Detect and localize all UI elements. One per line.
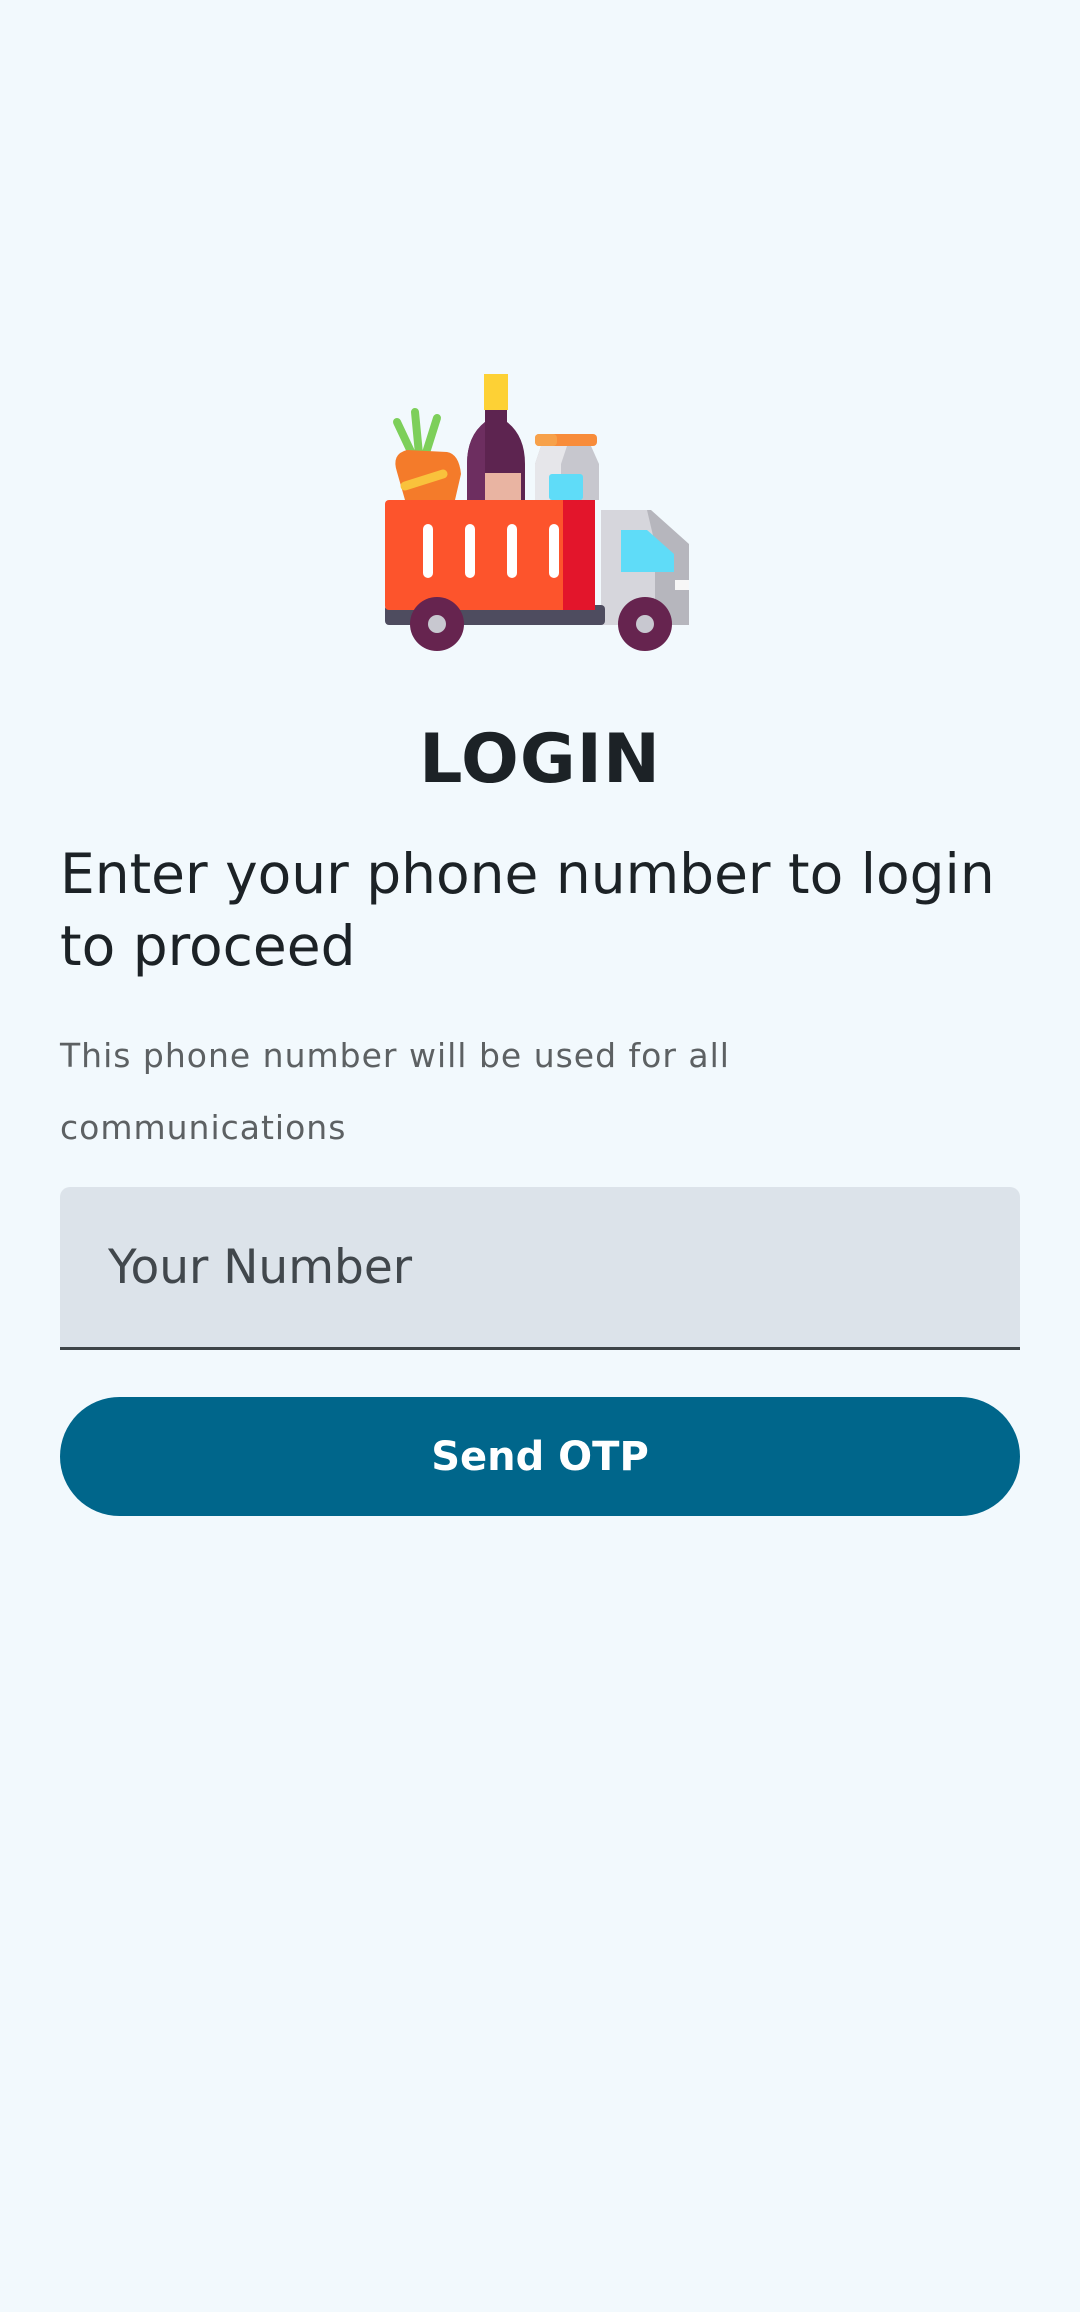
login-instruction-heading: Enter your phone number to login to proc…	[60, 842, 995, 978]
login-instruction-subtext: This phone number will be used for all c…	[60, 1036, 730, 1147]
phone-number-input[interactable]	[60, 1187, 1020, 1347]
phone-number-field[interactable]	[60, 1187, 1020, 1350]
page-title: LOGIN	[419, 720, 661, 799]
login-screen: LOGIN Enter your phone number to login t…	[0, 0, 1080, 2312]
send-otp-button[interactable]: Send OTP	[60, 1397, 1020, 1516]
grocery-delivery-truck-icon	[385, 370, 695, 655]
